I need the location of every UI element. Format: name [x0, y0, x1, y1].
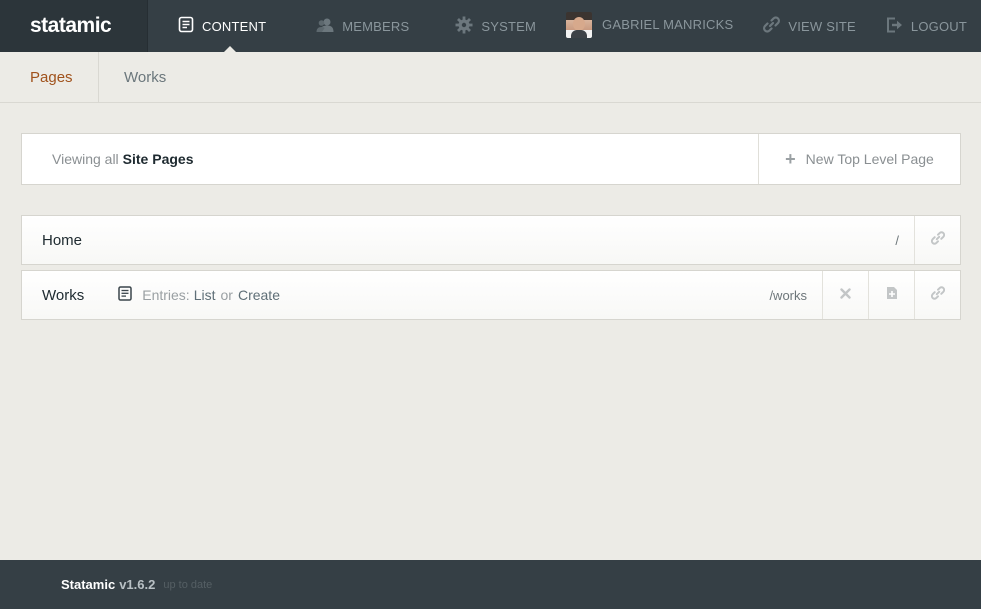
- page-url-home: /: [895, 232, 899, 248]
- page-link-button-works[interactable]: [914, 271, 960, 319]
- avatar: [566, 12, 593, 38]
- nav-content[interactable]: CONTENT: [178, 0, 266, 52]
- nav-system[interactable]: SYSTEM: [455, 0, 536, 52]
- system-icon: [455, 16, 481, 37]
- entries-create-link[interactable]: Create: [238, 287, 280, 303]
- footer-update-status: up to date: [163, 578, 213, 591]
- content-icon: [178, 16, 202, 36]
- subnav: Pages Works: [0, 52, 981, 103]
- entries-or: or: [220, 287, 233, 303]
- nav-logout[interactable]: LOGOUT: [886, 0, 967, 52]
- nav-members-label: MEMBERS: [342, 18, 410, 34]
- entries-links: Entries: List or Create: [118, 271, 280, 319]
- new-page-label: New Top Level Page: [805, 151, 934, 167]
- page-title-works[interactable]: Works: [22, 271, 84, 319]
- entries-icon: [118, 286, 142, 304]
- nav-system-label: SYSTEM: [481, 18, 537, 34]
- new-top-level-page-button[interactable]: + New Top Level Page: [758, 134, 960, 184]
- page-row-works: Works Entries: List or Create /works: [21, 270, 961, 320]
- entries-label: Entries:: [142, 287, 190, 303]
- page-title-home[interactable]: Home: [22, 216, 82, 264]
- tab-works[interactable]: Works: [99, 52, 196, 102]
- entries-list-link[interactable]: List: [194, 287, 216, 303]
- viewing-prefix: Viewing all: [52, 151, 119, 167]
- view-site-label: VIEW SITE: [788, 18, 856, 34]
- viewing-bar: Viewing all Site Pages + New Top Level P…: [21, 133, 961, 185]
- logout-label: LOGOUT: [910, 18, 967, 34]
- members-icon: [316, 17, 342, 36]
- viewing-scope: Site Pages: [122, 151, 194, 167]
- delete-icon: [840, 286, 851, 304]
- top-navbar: statamic CONTENT MEMBERS SYSTEM GABRIEL …: [0, 0, 981, 52]
- add-entry-button-works[interactable]: [868, 271, 914, 319]
- statamic-logo[interactable]: statamic: [0, 0, 148, 52]
- nav-content-label: CONTENT: [202, 18, 267, 34]
- delete-page-button-works[interactable]: [822, 271, 868, 319]
- logout-icon: [886, 17, 911, 36]
- nav-members[interactable]: MEMBERS: [316, 0, 409, 52]
- view-site-icon: [763, 16, 788, 36]
- page-link-button-home[interactable]: [914, 216, 960, 264]
- footer-version: v1.6.2: [119, 577, 156, 592]
- page-url-works: /works: [769, 287, 807, 303]
- nav-view-site[interactable]: VIEW SITE: [763, 0, 856, 52]
- page-row-home: Home /: [21, 215, 961, 265]
- footer: Statamic v1.6.2 up to date: [0, 560, 981, 609]
- footer-brand: Statamic: [61, 577, 116, 592]
- tab-pages[interactable]: Pages: [0, 52, 99, 102]
- link-icon: [930, 230, 945, 250]
- nav-user-profile[interactable]: GABRIEL MANRICKS: [566, 0, 733, 52]
- nav-right-group: GABRIEL MANRICKS VIEW SITE LOGOUT: [566, 0, 981, 52]
- user-name: GABRIEL MANRICKS: [602, 17, 734, 32]
- add-entry-icon: [886, 286, 898, 305]
- link-icon: [930, 285, 945, 305]
- plus-icon: +: [785, 148, 796, 169]
- viewing-text: Viewing all Site Pages: [22, 134, 758, 184]
